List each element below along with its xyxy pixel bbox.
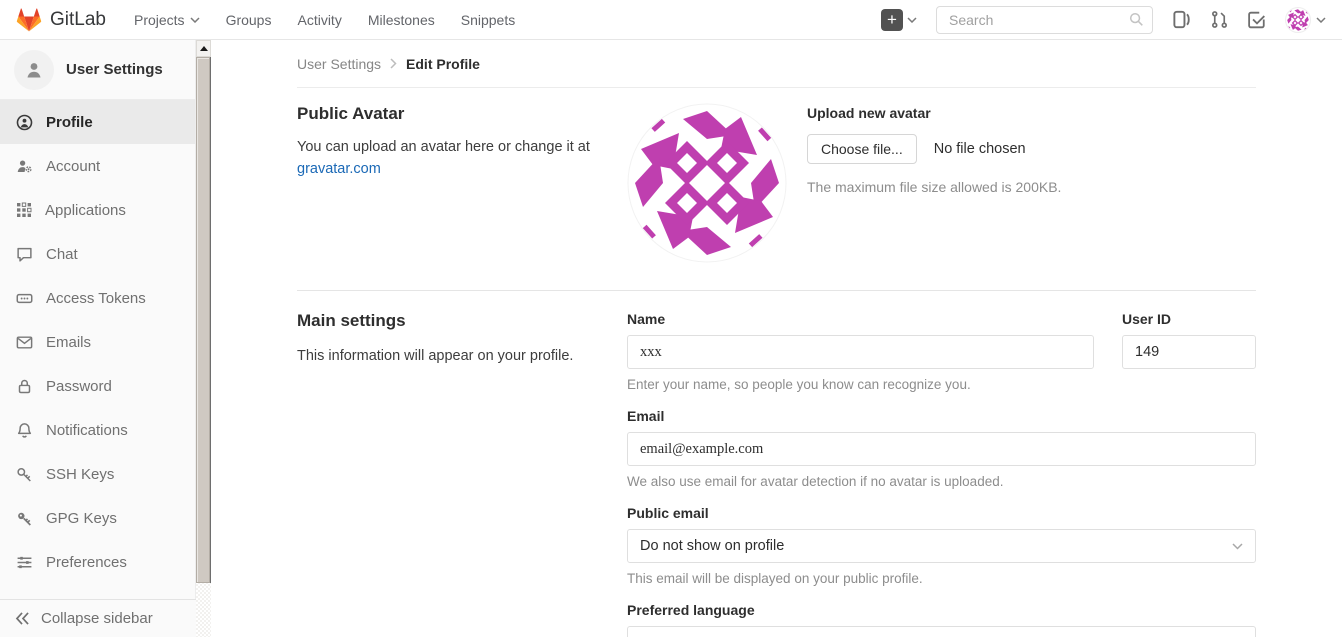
- user-avatar: [1285, 7, 1311, 33]
- sidebar-item-applications[interactable]: Applications: [0, 188, 195, 232]
- sidebar-item-profile[interactable]: Profile: [0, 100, 195, 144]
- choose-file-button[interactable]: Choose file...: [807, 134, 917, 164]
- user-silhouette-icon: [14, 50, 54, 90]
- top-navbar: GitLab Projects Groups Activity Mileston…: [0, 0, 1342, 40]
- upload-avatar-block: Upload new avatar Choose file... No file…: [807, 103, 1061, 263]
- chevron-down-icon: [1232, 543, 1243, 550]
- public-email-help-text: This email will be displayed on your pub…: [627, 571, 1256, 586]
- public-avatar-description: You can upload an avatar here or change …: [297, 136, 607, 181]
- tanuki-icon: [16, 7, 42, 33]
- nav-groups[interactable]: Groups: [226, 12, 272, 28]
- nav-projects[interactable]: Projects: [134, 12, 200, 28]
- sidebar-item-chat[interactable]: Chat: [0, 232, 195, 276]
- edit-profile-content: User Settings Edit Profile Public Avatar…: [211, 40, 1342, 637]
- user-id-input: [1122, 335, 1256, 369]
- email-input[interactable]: [627, 432, 1256, 466]
- chevron-down-icon: [190, 17, 200, 23]
- main-settings-title: Main settings: [297, 311, 607, 331]
- sidebar-item-gpg-keys[interactable]: GPG Keys: [0, 496, 195, 540]
- scrollbar-thumb[interactable]: [196, 57, 210, 583]
- collapse-sidebar-button[interactable]: Collapse sidebar: [0, 599, 196, 637]
- sidebar-nav: Profile Account Applications Chat: [0, 100, 195, 584]
- name-help-text: Enter your name, so people you know can …: [627, 377, 1094, 392]
- breadcrumb-user-settings[interactable]: User Settings: [297, 56, 381, 72]
- user-id-label: User ID: [1122, 311, 1256, 327]
- public-avatar-section: Public Avatar You can upload an avatar h…: [297, 88, 1256, 290]
- breadcrumb-current: Edit Profile: [406, 56, 480, 72]
- main-nav: Projects Groups Activity Milestones Snip…: [134, 12, 515, 28]
- nav-snippets[interactable]: Snippets: [461, 12, 515, 28]
- sidebar-item-password[interactable]: Password: [0, 364, 195, 408]
- todos-icon-button[interactable]: [1248, 11, 1266, 29]
- applications-grid-icon: [16, 202, 32, 218]
- sidebar-item-emails[interactable]: Emails: [0, 320, 195, 364]
- nav-milestones[interactable]: Milestones: [368, 12, 435, 28]
- sidebar-item-access-tokens[interactable]: Access Tokens: [0, 276, 195, 320]
- search-icon: [1129, 12, 1144, 27]
- sidebar-item-notifications[interactable]: Notifications: [0, 408, 195, 452]
- email-help-text: We also use email for avatar detection i…: [627, 474, 1256, 489]
- chevron-down-icon: [907, 17, 917, 23]
- merge-request-icon: [1210, 10, 1229, 29]
- main-settings-section: Main settings This information will appe…: [297, 291, 1256, 637]
- chevron-down-icon: [1316, 17, 1326, 23]
- search-box: [936, 6, 1153, 34]
- public-email-label: Public email: [627, 505, 1256, 521]
- public-avatar-title: Public Avatar: [297, 104, 607, 124]
- header-right: +: [881, 6, 1326, 34]
- sidebar-item-ssh-keys[interactable]: SSH Keys: [0, 452, 195, 496]
- user-menu[interactable]: [1285, 7, 1326, 33]
- sliders-icon: [16, 554, 33, 571]
- bell-icon: [16, 422, 33, 439]
- envelope-icon: [16, 334, 33, 351]
- logo-text: GitLab: [50, 9, 106, 31]
- settings-sidebar: User Settings Profile Account: [0, 40, 196, 637]
- max-file-size-note: The maximum file size allowed is 200KB.: [807, 179, 1061, 195]
- no-file-chosen-text: No file chosen: [934, 141, 1026, 157]
- issues-icon-button[interactable]: [1172, 10, 1191, 29]
- sidebar-header: User Settings: [0, 40, 195, 100]
- todo-check-icon: [1248, 11, 1266, 29]
- new-menu-button[interactable]: +: [881, 9, 917, 31]
- issues-icon: [1172, 10, 1191, 29]
- chat-bubble-icon: [16, 246, 33, 263]
- email-label: Email: [627, 408, 1256, 424]
- token-icon: [16, 290, 33, 307]
- upload-new-avatar-label: Upload new avatar: [807, 105, 1061, 121]
- preferred-language-label: Preferred language: [627, 602, 1256, 618]
- sidebar-item-account[interactable]: Account: [0, 144, 195, 188]
- sidebar-title: User Settings: [66, 61, 163, 78]
- account-icon: [16, 158, 33, 175]
- nav-activity[interactable]: Activity: [297, 12, 341, 28]
- public-email-select[interactable]: Do not show on profile: [627, 529, 1256, 563]
- sidebar-item-preferences[interactable]: Preferences: [0, 540, 195, 584]
- chevron-right-icon: [390, 58, 397, 69]
- profile-avatar-image: [627, 103, 787, 263]
- breadcrumb: User Settings Edit Profile: [297, 40, 1256, 88]
- merge-requests-icon-button[interactable]: [1210, 10, 1229, 29]
- name-label: Name: [627, 311, 1094, 327]
- lock-icon: [16, 378, 33, 395]
- preferred-language-select[interactable]: [627, 626, 1256, 637]
- double-chevron-left-icon: [15, 612, 30, 625]
- gitlab-logo[interactable]: GitLab: [16, 7, 106, 33]
- name-input[interactable]: [627, 335, 1094, 369]
- plus-icon: +: [881, 9, 903, 31]
- key-filled-icon: [16, 510, 33, 527]
- key-icon: [16, 466, 33, 483]
- scrollbar-up-arrow[interactable]: [196, 40, 211, 57]
- sidebar-scrollbar[interactable]: [196, 40, 211, 637]
- profile-icon: [16, 114, 33, 131]
- gravatar-link[interactable]: gravatar.com: [297, 161, 381, 177]
- main-settings-description: This information will appear on your pro…: [297, 345, 607, 367]
- search-input[interactable]: [936, 6, 1153, 34]
